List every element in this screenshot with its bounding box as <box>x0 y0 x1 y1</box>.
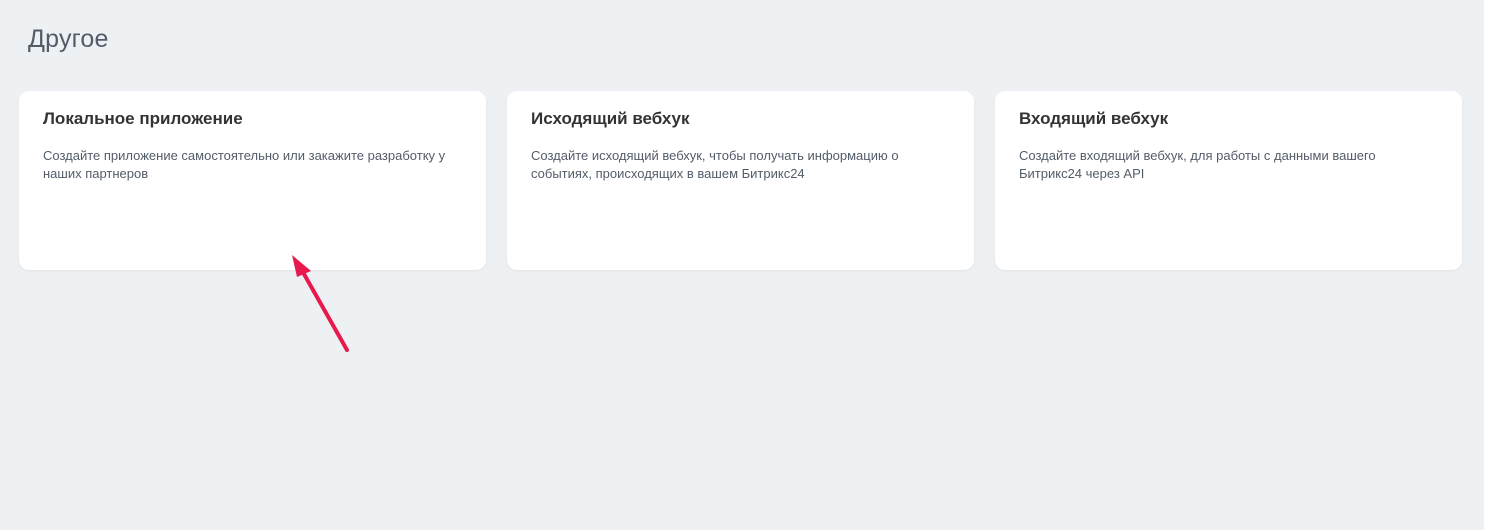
card-title: Входящий вебхук <box>1019 109 1169 128</box>
card-title: Локальное приложение <box>43 109 243 128</box>
card-description: Создайте приложение самостоятельно или з… <box>43 148 446 181</box>
card-local-application[interactable]: Локальное приложение Создайте приложение… <box>19 91 486 270</box>
card-outgoing-webhook[interactable]: Исходящий вебхук Создайте исходящий вебх… <box>507 91 974 270</box>
card-title: Исходящий вебхук <box>531 109 690 128</box>
card-description: Создайте входящий вебхук, для работы с д… <box>1019 148 1376 181</box>
card-description: Создайте исходящий вебхук, чтобы получат… <box>531 148 899 181</box>
arrow-up-left-icon <box>292 255 349 352</box>
section-title: Другое <box>28 25 109 53</box>
card-incoming-webhook[interactable]: Входящий вебхук Создайте входящий вебхук… <box>995 91 1462 270</box>
